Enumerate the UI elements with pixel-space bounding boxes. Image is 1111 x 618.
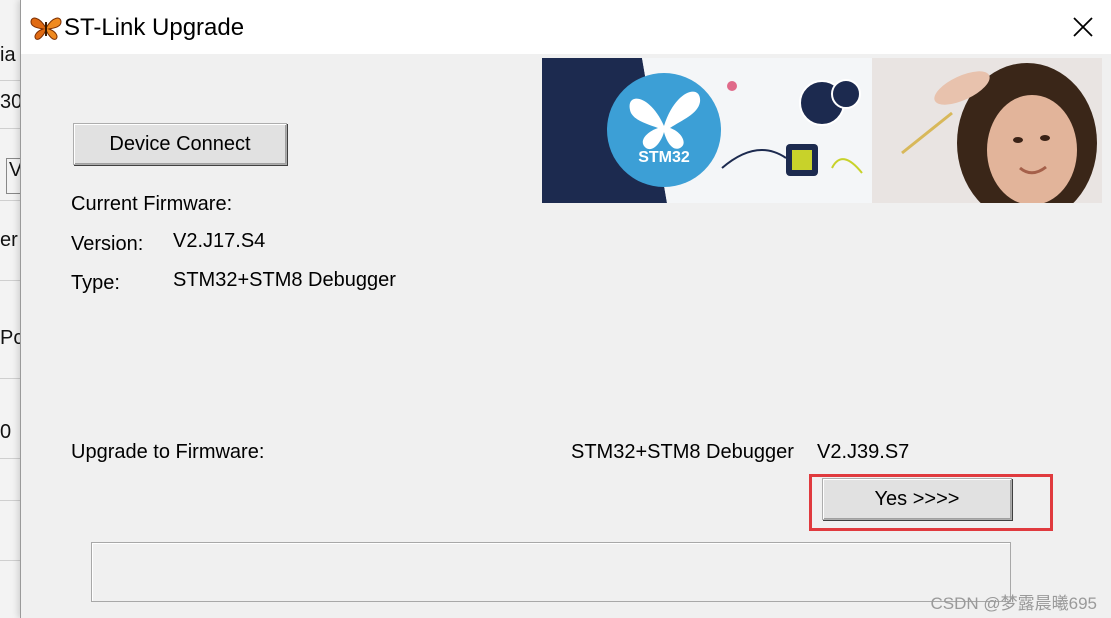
- upgrade-to-firmware-label: Upgrade to Firmware:: [71, 441, 265, 463]
- window-title: ST-Link Upgrade: [64, 14, 245, 41]
- stm32-banner-image: STM32: [542, 58, 1102, 203]
- background-text: Pc: [0, 327, 22, 349]
- type-value: STM32+STM8 Debugger: [173, 269, 396, 291]
- target-firmware-version: V2.J39.S7: [817, 441, 910, 463]
- background-divider: [0, 80, 22, 81]
- version-label: Version:: [71, 233, 144, 255]
- background-text: 30: [0, 91, 22, 113]
- background-divider: [0, 500, 22, 501]
- background-text: ia: [0, 44, 16, 66]
- background-divider: [0, 378, 22, 379]
- watermark: CSDN @梦露晨曦695: [930, 594, 1097, 613]
- type-label: Type:: [71, 272, 120, 294]
- current-firmware-heading: Current Firmware:: [71, 193, 233, 215]
- st-link-upgrade-dialog: ST-Link Upgrade Device Connect Current F…: [20, 0, 1111, 618]
- title-bar[interactable]: ST-Link Upgrade: [21, 0, 1111, 54]
- upgrade-progress-bar: [91, 542, 1011, 602]
- background-divider: [0, 560, 22, 561]
- background-divider: [0, 128, 22, 129]
- background-divider: [0, 280, 22, 281]
- stm32-logo-text: STM32: [638, 149, 690, 166]
- close-button[interactable]: [1054, 0, 1111, 54]
- version-value: V2.J17.S4: [173, 230, 266, 252]
- target-firmware-type: STM32+STM8 Debugger: [571, 441, 794, 463]
- background-divider: [0, 458, 22, 459]
- close-icon: [1073, 17, 1093, 37]
- butterfly-icon: [30, 17, 62, 40]
- annotation-highlight-box: [809, 474, 1053, 531]
- background-text: 0: [0, 421, 12, 443]
- background-divider: [0, 200, 22, 201]
- device-connect-button[interactable]: Device Connect: [73, 123, 287, 165]
- background-text: er: [0, 229, 18, 251]
